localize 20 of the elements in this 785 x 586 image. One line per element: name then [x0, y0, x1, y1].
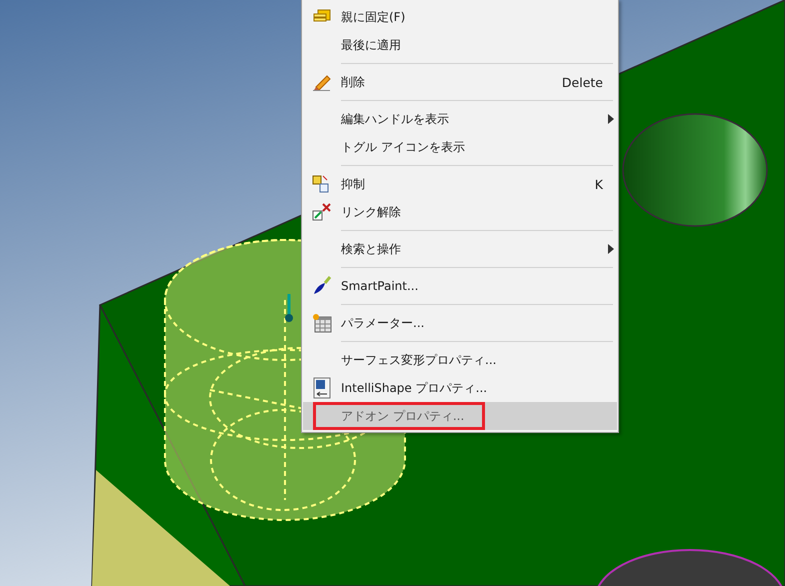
brush-icon [312, 276, 332, 296]
pencil-icon [312, 73, 332, 91]
menu-item[interactable]: 抑制 K [303, 170, 617, 198]
table-icon [312, 313, 332, 333]
submenu-arrow-icon [608, 244, 614, 254]
menu-item[interactable]: パラメーター... [303, 309, 617, 337]
menu-item[interactable]: 編集ハンドルを表示 [303, 105, 617, 133]
menu-item[interactable]: アドオン プロパティ... [303, 402, 617, 430]
menu-item[interactable]: リンク解除 [303, 198, 617, 226]
unlink-icon [312, 203, 332, 221]
menu-item[interactable]: トグル アイコンを表示 [303, 133, 617, 161]
menu-item[interactable]: SmartPaint... [303, 272, 617, 300]
panel-icon [313, 377, 331, 399]
menu-item[interactable]: IntelliShape プロパティ... [303, 374, 617, 402]
submenu-arrow-icon [608, 114, 614, 124]
menu-item[interactable]: 検索と操作 [303, 235, 617, 263]
menu-item[interactable]: 削除 Delete [303, 68, 617, 96]
menu-item[interactable]: 最後に適用 [303, 31, 617, 59]
menu-item[interactable]: サーフェス変形プロパティ... [303, 346, 617, 374]
menu-item[interactable]: 親に固定(F) [303, 3, 617, 31]
